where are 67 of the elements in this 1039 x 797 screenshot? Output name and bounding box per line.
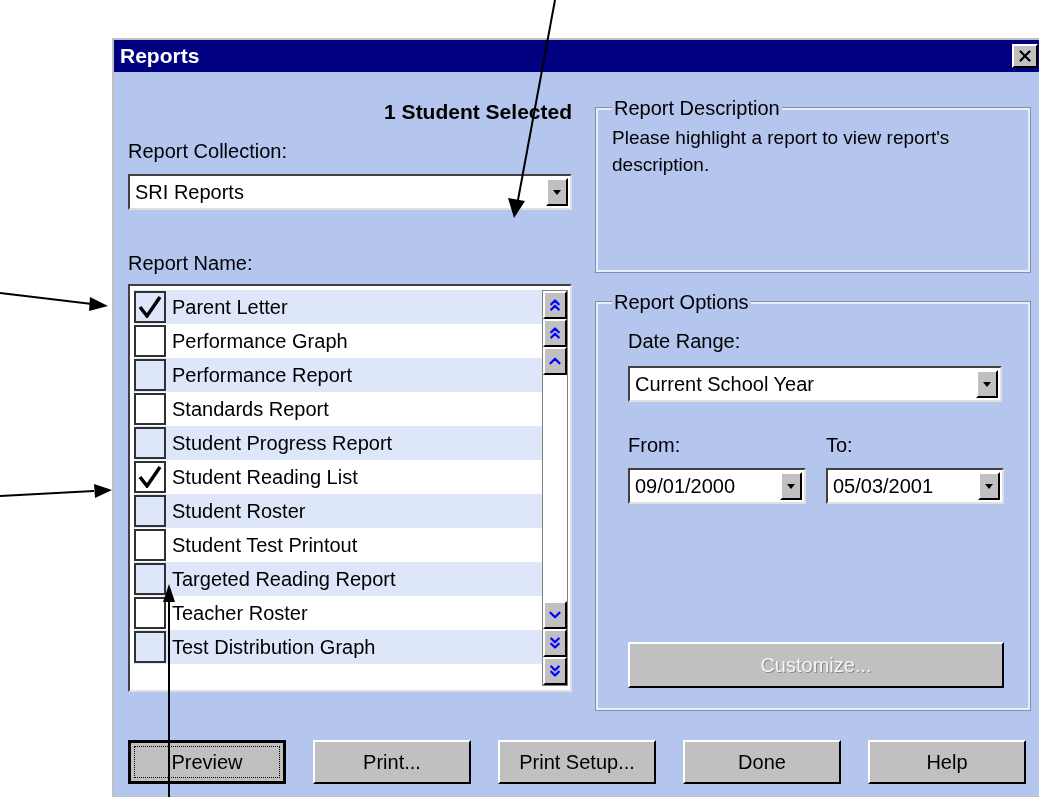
checkbox[interactable]	[134, 631, 166, 663]
scroll-bottom-button[interactable]	[543, 657, 567, 685]
combo-value: 05/03/2001	[832, 474, 935, 499]
item-label: Parent Letter	[172, 295, 288, 320]
dialog-button[interactable]: Help	[868, 740, 1026, 784]
field-label: Report Name:	[128, 251, 254, 276]
list-item[interactable]: Student Roster	[134, 494, 542, 528]
checkbox[interactable]	[134, 529, 166, 561]
checkbox[interactable]	[134, 325, 166, 357]
description-text: Please highlight a report to view report's description.	[612, 126, 951, 177]
dropdown-arrow-button[interactable]	[780, 472, 802, 500]
checkbox[interactable]	[134, 461, 166, 493]
dialog-button[interactable]: Preview	[128, 740, 286, 784]
item-label: Targeted Reading Report	[172, 567, 396, 592]
scroll-top-button[interactable]	[543, 291, 567, 319]
window-title: Reports	[120, 43, 200, 70]
item-label: Student Roster	[172, 499, 306, 524]
caret-icon	[983, 381, 991, 387]
item-label: Standards Report	[172, 397, 329, 422]
field-label: To:	[826, 433, 854, 458]
collection-dropdown[interactable]: SRI Reports	[128, 174, 572, 210]
close-icon	[1016, 47, 1034, 65]
dropdown-arrow-button[interactable]	[978, 472, 1000, 500]
field-label: From:	[628, 433, 682, 458]
list-item[interactable]: Parent Letter	[134, 290, 542, 324]
caret-icon	[985, 483, 993, 489]
item-label: Performance Graph	[172, 329, 348, 354]
page-up-button[interactable]	[543, 319, 567, 347]
dropdown-arrow-button[interactable]	[976, 370, 998, 398]
item-label: Teacher Roster	[172, 601, 308, 626]
checkmark-icon	[138, 296, 162, 318]
dialog-button[interactable]: Done	[683, 740, 841, 784]
from-date-dropdown[interactable]: 09/01/2000	[628, 468, 806, 504]
combo-value: SRI Reports	[134, 180, 245, 205]
combo-value: 09/01/2000	[634, 474, 737, 499]
dropdown-arrow-button[interactable]	[546, 178, 568, 206]
checkbox[interactable]	[134, 291, 166, 323]
close-button[interactable]	[1012, 44, 1038, 68]
to-date-dropdown[interactable]: 05/03/2001	[826, 468, 1004, 504]
checkbox[interactable]	[134, 563, 166, 595]
checkbox[interactable]	[134, 597, 166, 629]
caret-icon	[553, 189, 561, 195]
checkbox[interactable]	[134, 427, 166, 459]
item-label: Student Test Printout	[172, 533, 358, 558]
checkbox[interactable]	[134, 393, 166, 425]
field-label: Report Collection:	[128, 139, 288, 164]
checkmark-icon	[138, 466, 162, 488]
checkbox[interactable]	[134, 359, 166, 391]
scroll-down-button[interactable]	[543, 601, 567, 629]
dialog-button[interactable]: Print Setup...	[498, 740, 656, 784]
caret-icon	[787, 483, 795, 489]
item-label: Student Progress Report	[172, 431, 393, 456]
dialog-button[interactable]: Print...	[313, 740, 471, 784]
list-item[interactable]: Test Distribution Graph	[134, 630, 542, 664]
date-range-dropdown[interactable]: Current School Year	[628, 366, 1002, 402]
scrollbar[interactable]	[542, 290, 568, 686]
item-label: Student Reading List	[172, 465, 358, 490]
list-item[interactable]: Targeted Reading Report	[134, 562, 542, 596]
scroll-up-button[interactable]	[543, 347, 567, 375]
combo-value: Current School Year	[634, 372, 815, 397]
list-item[interactable]: Performance Report	[134, 358, 542, 392]
page-down-button[interactable]	[543, 629, 567, 657]
list-item[interactable]: Student Progress Report	[134, 426, 542, 460]
item-label: Performance Report	[172, 363, 353, 388]
item-label: Test Distribution Graph	[172, 635, 376, 660]
field-label: Date Range:	[628, 329, 742, 354]
checkbox[interactable]	[134, 495, 166, 527]
